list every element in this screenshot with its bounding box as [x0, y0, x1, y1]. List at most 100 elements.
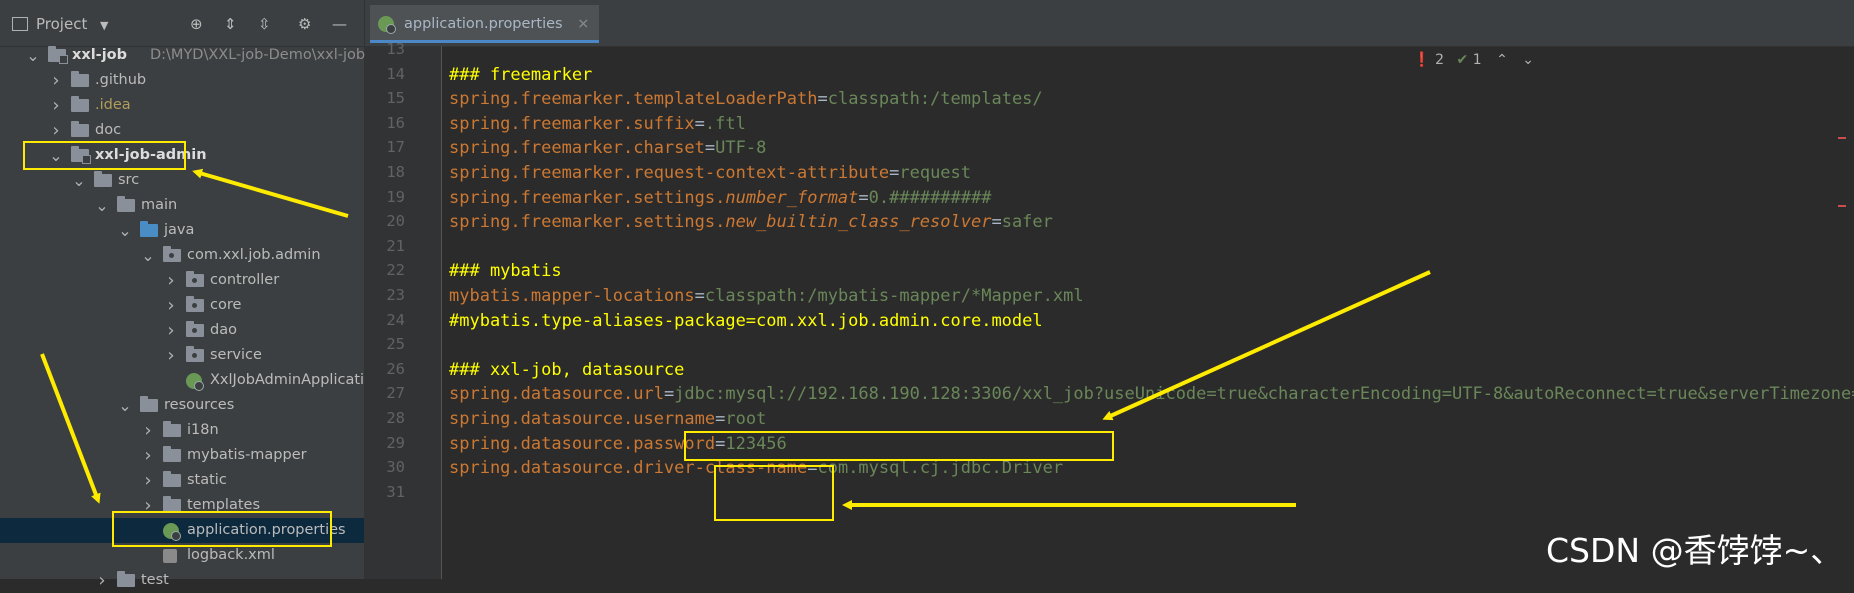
tree-item[interactable]: › test — [0, 568, 364, 593]
tree-item[interactable]: › .github — [0, 68, 364, 93]
line-number: 25 — [386, 335, 405, 354]
gear-icon[interactable]: ⚙ — [298, 14, 311, 34]
package-icon — [163, 246, 181, 262]
tree-item[interactable]: › dao — [0, 318, 364, 343]
code-editor[interactable]: ### freemarker spring.freemarker.template… — [441, 46, 1854, 579]
folder-icon — [163, 421, 181, 437]
tree-item[interactable]: ⌄ src — [0, 168, 364, 193]
expand-all-icon[interactable]: ⇕ — [224, 14, 237, 34]
code-value: .ftl — [704, 113, 746, 134]
chevron-down-icon[interactable]: ⌄ — [95, 193, 109, 218]
chevron-right-icon[interactable]: › — [141, 418, 155, 443]
package-icon — [186, 271, 204, 287]
chevron-down-icon[interactable]: ▼ — [100, 16, 108, 36]
error-count: 2 — [1435, 52, 1445, 68]
package-icon — [186, 346, 204, 362]
code-line[interactable]: spring.freemarker.settings.number_format… — [449, 186, 991, 210]
spring-config-icon — [186, 373, 204, 391]
code-line[interactable]: spring.freemarker.request-context-attrib… — [449, 161, 971, 185]
tree-item-label: static — [187, 472, 227, 488]
chevron-down-icon[interactable]: ⌄ — [118, 218, 132, 243]
chevron-down-icon[interactable]: ⌄ — [26, 43, 40, 68]
tree-item[interactable]: › i18n — [0, 418, 364, 443]
code-key: spring.freemarker.settings. — [449, 187, 726, 208]
xml-file-icon — [163, 549, 177, 563]
chevron-right-icon[interactable]: › — [49, 68, 63, 93]
code-line[interactable]: ### freemarker — [449, 63, 592, 87]
code-line[interactable]: ### xxl-job, datasource — [449, 358, 684, 382]
tree-item[interactable]: ⌄ java — [0, 218, 364, 243]
code-key: spring.freemarker.templateLoaderPath — [449, 89, 818, 110]
tree-item[interactable]: › core — [0, 293, 364, 318]
tree-item-label: xxl-job — [72, 47, 128, 63]
code-line[interactable]: spring.freemarker.settings.new_builtin_c… — [449, 210, 1053, 234]
inspection-widget[interactable]: ❗ 2 ✔ 1 ⌃ ⌄ — [1413, 52, 1534, 68]
code-line[interactable]: ### mybatis — [449, 259, 562, 283]
highlight-box-admin-module — [23, 141, 186, 170]
tree-item[interactable]: › service — [0, 343, 364, 368]
chevron-right-icon[interactable]: › — [49, 118, 63, 143]
tree-item-label: test — [141, 572, 169, 588]
chevron-right-icon[interactable]: › — [164, 343, 178, 368]
chevron-right-icon[interactable]: › — [164, 293, 178, 318]
chevron-right-icon[interactable]: › — [49, 93, 63, 118]
tree-item-label: .github — [95, 72, 147, 88]
project-title[interactable]: Project — [36, 14, 87, 34]
tree-item[interactable]: ⌄ com.xxl.job.admin — [0, 243, 364, 268]
code-line[interactable]: spring.freemarker.suffix=.ftl — [449, 112, 746, 136]
code-operator: = — [663, 384, 675, 405]
tree-item[interactable]: › controller — [0, 268, 364, 293]
tree-item-path: D:\MYD\XXL-job-Demo\xxl-job — [150, 47, 366, 63]
folder-icon — [71, 121, 89, 137]
folder-icon — [163, 471, 181, 487]
code-value: UTF-8 — [715, 138, 767, 159]
code-operator: = — [817, 89, 828, 110]
tree-item-label: core — [210, 297, 242, 313]
line-number: 27 — [386, 384, 405, 403]
code-line[interactable]: spring.datasource.username=root — [449, 407, 766, 431]
highlight-box-properties-file — [112, 511, 332, 547]
code-line[interactable]: spring.datasource.url=jdbc:mysql://192.1… — [449, 382, 1854, 406]
chevron-right-icon[interactable]: › — [95, 568, 109, 593]
chevron-right-icon[interactable]: › — [164, 268, 178, 293]
chevron-down-icon[interactable]: ⌄ — [141, 243, 155, 268]
chevron-down-icon[interactable]: ⌄ — [1522, 52, 1534, 68]
code-value: jdbc:mysql://192.168.190.128:3306/xxl_jo… — [674, 384, 1854, 405]
chevron-right-icon[interactable]: › — [141, 468, 155, 493]
tree-item[interactable]: ⌄ resources — [0, 393, 364, 418]
tree-item[interactable]: › static — [0, 468, 364, 493]
code-key: spring.freemarker.settings. — [449, 212, 726, 233]
line-number: 30 — [386, 458, 405, 477]
tree-item[interactable]: XxlJobAdminApplication — [0, 368, 382, 393]
chevron-right-icon[interactable]: › — [164, 318, 178, 343]
line-number: 13 — [386, 40, 405, 58]
tree-item[interactable]: › .idea — [0, 93, 364, 118]
tree-item[interactable]: ⌄ xxl-job D:\MYD\XXL-job-Demo\xxl-job — [0, 43, 366, 68]
code-line[interactable]: spring.freemarker.charset=UTF-8 — [449, 136, 766, 160]
tree-item[interactable]: › mybatis-mapper — [0, 443, 364, 468]
package-icon — [186, 296, 204, 312]
watermark: CSDN @香饽饽~、 — [1546, 531, 1844, 570]
chevron-right-icon[interactable]: › — [141, 443, 155, 468]
code-line[interactable]: mybatis.mapper-locations=classpath:/myba… — [449, 284, 1084, 308]
collapse-all-icon[interactable]: ⇳ — [258, 14, 271, 34]
chevron-down-icon[interactable]: ⌄ — [118, 393, 132, 418]
tab-application-properties[interactable]: application.properties × — [370, 5, 600, 43]
close-icon[interactable]: × — [577, 16, 589, 32]
tree-item[interactable]: › doc — [0, 118, 364, 143]
folder-icon — [71, 96, 89, 112]
code-key: spring.datasource.username — [449, 409, 716, 429]
code-operator: = — [704, 138, 716, 159]
chevron-down-icon[interactable]: ⌄ — [72, 168, 86, 193]
minus-icon[interactable]: — — [332, 14, 347, 34]
globe-icon[interactable]: ⊕ — [190, 14, 203, 34]
folder-icon — [94, 171, 112, 187]
code-key: spring.freemarker.request-context-attrib… — [449, 163, 890, 183]
chevron-up-icon[interactable]: ⌃ — [1496, 52, 1508, 68]
code-value: classpath:/mybatis-mapper/*Mapper.xml — [704, 286, 1084, 306]
code-key: mybatis.mapper-locations — [449, 286, 695, 306]
code-line[interactable]: #mybatis.type-aliases-package=com.xxl.jo… — [449, 309, 1043, 333]
code-line[interactable]: spring.freemarker.templateLoaderPath=cla… — [449, 87, 1043, 111]
tree-item-label: src — [118, 172, 140, 188]
tree-item[interactable]: ⌄ main — [0, 193, 364, 218]
